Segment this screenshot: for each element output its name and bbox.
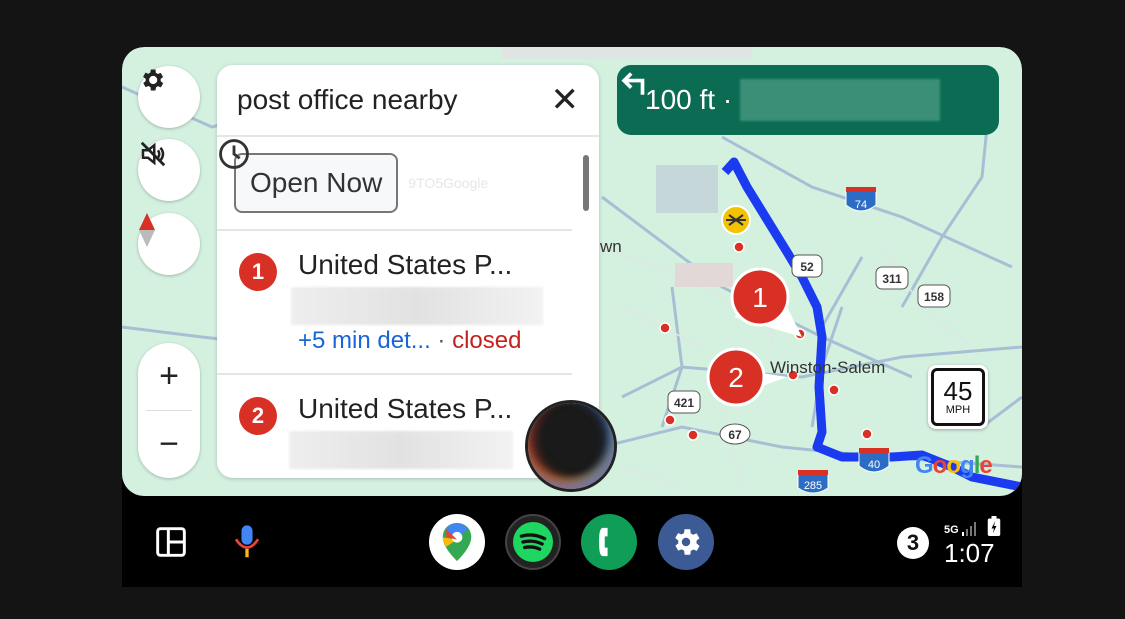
clock: 1:07: [944, 538, 995, 568]
search-query[interactable]: post office nearby: [237, 84, 551, 116]
result-name: United States P...: [298, 393, 513, 424]
svg-text:158: 158: [924, 290, 944, 304]
speed-limit-value: 45: [943, 376, 973, 406]
result-name: United States P...: [298, 249, 513, 280]
compass-button[interactable]: [138, 213, 200, 275]
highway-shields: 74 52 311 158 421 67 40 285: [667, 187, 951, 494]
city-label: Winston-Salem: [770, 358, 885, 377]
settings-button[interactable]: [138, 66, 200, 128]
open-now-chip[interactable]: Open Now: [219, 139, 399, 213]
gear-icon: [143, 69, 164, 91]
open-status: closed: [452, 327, 522, 354]
compass-icon: [139, 213, 155, 247]
navigation-banner[interactable]: 100 ft ·: [617, 65, 999, 135]
zoom-in-button[interactable]: +: [138, 343, 200, 410]
google-assistant-orb[interactable]: [528, 403, 614, 489]
spotify-icon: [513, 522, 553, 562]
svg-text:52: 52: [800, 260, 814, 274]
svg-text:421: 421: [674, 396, 694, 410]
result-item[interactable]: 1 United States P... +5 min det... · clo…: [217, 231, 572, 375]
result-item[interactable]: 2 United States P...: [217, 375, 572, 478]
network-type: 5G: [944, 524, 959, 536]
speed-limit-unit: MPH: [945, 404, 971, 416]
layout-icon[interactable]: [155, 526, 187, 558]
detour-time: +5 min det...: [298, 327, 431, 354]
svg-text:67: 67: [728, 428, 742, 442]
battery-charging-icon: [987, 516, 1000, 536]
scrollbar[interactable]: [583, 155, 589, 211]
svg-text:74: 74: [855, 199, 867, 211]
taskbar: 3 5G 1:07: [122, 496, 1022, 587]
redacted-address: [291, 287, 543, 325]
filter-row: Open Now 9TO5Google: [217, 137, 572, 231]
zoom-out-button[interactable]: −: [138, 411, 200, 478]
result-number-badge: 1: [239, 253, 277, 291]
map-view[interactable]: 1 2 Winston-Salem wn 74 52 311 158 421 6…: [122, 47, 1022, 496]
phone-app[interactable]: [581, 514, 637, 570]
redacted-address: [289, 431, 513, 469]
google-maps-app[interactable]: [429, 514, 485, 570]
zoom-controls: + −: [138, 343, 200, 478]
blurred-label: [656, 165, 718, 213]
result-meta: +5 min det... · closed: [298, 327, 521, 355]
close-icon[interactable]: ✕: [551, 80, 580, 120]
separator: ·: [437, 327, 446, 354]
map-marker-1[interactable]: 1: [730, 267, 802, 337]
maps-pin-icon: [442, 523, 472, 561]
svg-text:40: 40: [868, 459, 880, 471]
svg-text:285: 285: [804, 480, 822, 492]
phone-icon: [599, 527, 608, 557]
clock-icon: [219, 139, 249, 169]
mute-button[interactable]: [138, 139, 200, 201]
blurred-label: [675, 263, 733, 287]
mute-voice-icon: [140, 141, 166, 167]
gear-icon: [675, 529, 700, 555]
svg-text:1: 1: [752, 282, 768, 313]
svg-text:2: 2: [728, 362, 744, 393]
google-logo: Google: [915, 452, 993, 479]
turn-distance: 100 ft ·: [645, 84, 733, 115]
notification-count-badge[interactable]: 3: [897, 527, 929, 559]
spotify-app[interactable]: [505, 514, 561, 570]
result-number-badge: 2: [239, 397, 277, 435]
settings-app[interactable]: [658, 514, 714, 570]
watermark: 9TO5Google: [408, 175, 489, 191]
redacted-street-name: [740, 79, 941, 121]
open-now-label: Open Now: [250, 167, 383, 198]
turn-left-icon: [621, 72, 645, 95]
signal-icon: [961, 522, 976, 536]
microphone-icon[interactable]: [232, 524, 262, 560]
android-auto-screen: 1 2 Winston-Salem wn 74 52 311 158 421 6…: [122, 47, 1022, 587]
search-header: post office nearby ✕: [217, 65, 599, 137]
status-area: 5G 1:07: [944, 516, 1001, 569]
svg-text:311: 311: [882, 272, 902, 286]
speed-limit-sign: 45 MPH: [928, 365, 988, 429]
city-label-partial: wn: [599, 237, 622, 256]
